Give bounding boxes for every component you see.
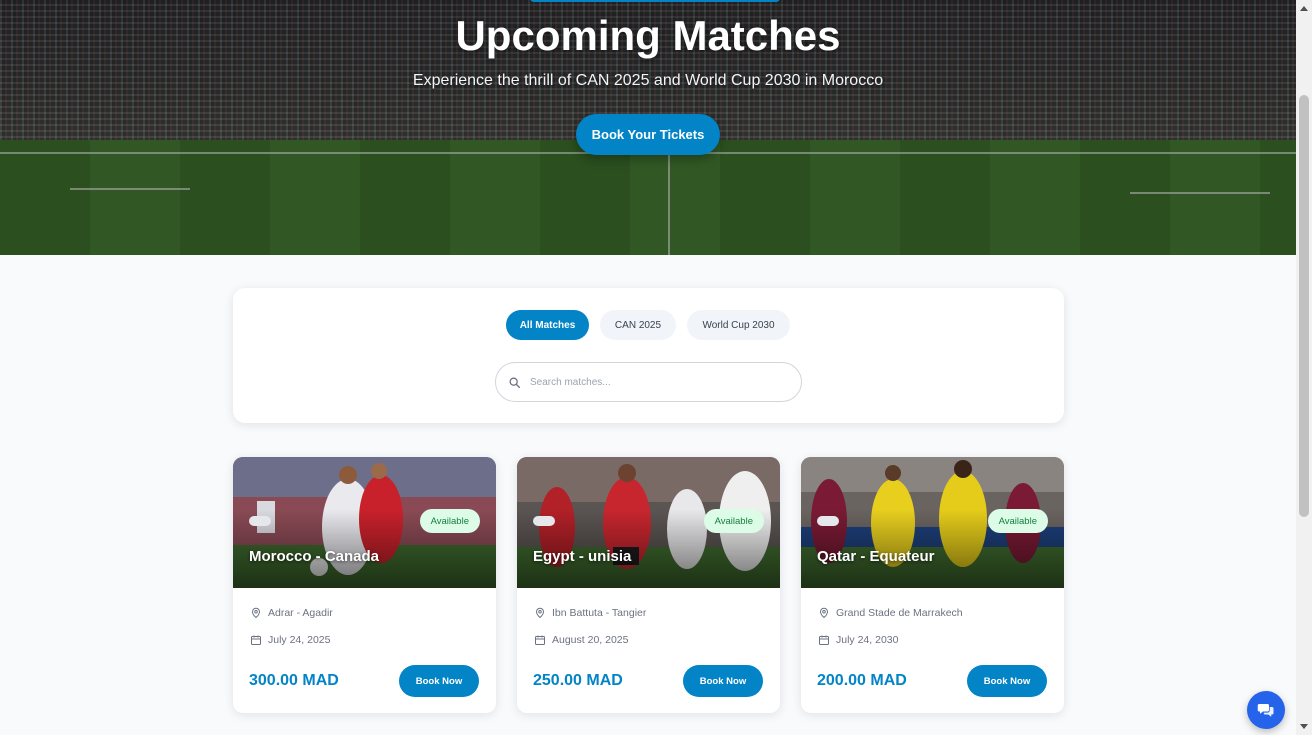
scroll-up-arrow[interactable] [1300,6,1308,11]
page-title: Upcoming Matches [455,12,841,59]
match-card: Available Egypt - unisia Ibn Battuta - T… [517,457,780,713]
date-row: July 24, 2030 [818,634,898,646]
filter-can-2025[interactable]: CAN 2025 [600,310,676,340]
calendar-icon [819,635,829,645]
chat-button[interactable] [1247,691,1285,729]
book-tickets-button[interactable]: Book Your Tickets [576,114,720,155]
match-title: Qatar - Equateur [817,548,935,565]
date-text: August 20, 2025 [552,634,629,646]
map-pin-icon [819,607,829,619]
date-text: July 24, 2030 [836,634,899,646]
hero-subtitle: Experience the thrill of CAN 2025 and Wo… [412,72,884,89]
filter-all-matches[interactable]: All Matches [506,310,589,340]
status-badge: Available [419,509,480,533]
price: 250.00 MAD [533,672,623,689]
date-row: August 20, 2025 [534,634,628,646]
map-pin-icon [251,607,261,619]
venue-text: Ibn Battuta - Tangier [552,607,647,619]
venue-text: Grand Stade de Marrakech [836,607,963,619]
hero-top-accent [530,0,780,2]
map-pin-icon [535,607,545,619]
venue-text: Adrar - Agadir [268,607,333,619]
match-card: Available Morocco - Canada Adrar - Agadi… [233,457,496,713]
calendar-icon [251,635,261,645]
venue-row: Adrar - Agadir [250,607,333,619]
book-now-button[interactable]: Book Now [683,665,763,697]
match-card: Available Qatar - Equateur Grand Stade d… [801,457,1064,713]
venue-row: Grand Stade de Marrakech [818,607,963,619]
status-badge: Available [703,509,764,533]
scrollbar-thumb[interactable] [1299,95,1309,517]
chat-bubbles-icon [1257,704,1274,717]
book-now-button[interactable]: Book Now [967,665,1047,697]
match-title: Morocco - Canada [249,548,380,565]
filter-world-cup-2030[interactable]: World Cup 2030 [687,310,790,340]
calendar-icon [535,635,545,645]
price: 200.00 MAD [817,672,907,689]
date-row: July 24, 2025 [250,634,330,646]
search-input[interactable] [530,376,780,388]
hero-banner: Upcoming Matches Experience the thrill o… [0,0,1296,255]
search-icon [509,377,521,388]
category-tag [249,516,271,526]
book-now-button[interactable]: Book Now [399,665,479,697]
search-box[interactable] [495,362,802,402]
filter-panel: All Matches CAN 2025 World Cup 2030 [233,288,1064,423]
category-tag [533,516,555,526]
scroll-down-arrow[interactable] [1300,724,1308,729]
venue-row: Ibn Battuta - Tangier [534,607,646,619]
match-title: Egypt - unisia [533,548,632,565]
status-badge: Available [987,509,1048,533]
date-text: July 24, 2025 [268,634,331,646]
category-tag [817,516,839,526]
price: 300.00 MAD [249,672,339,689]
